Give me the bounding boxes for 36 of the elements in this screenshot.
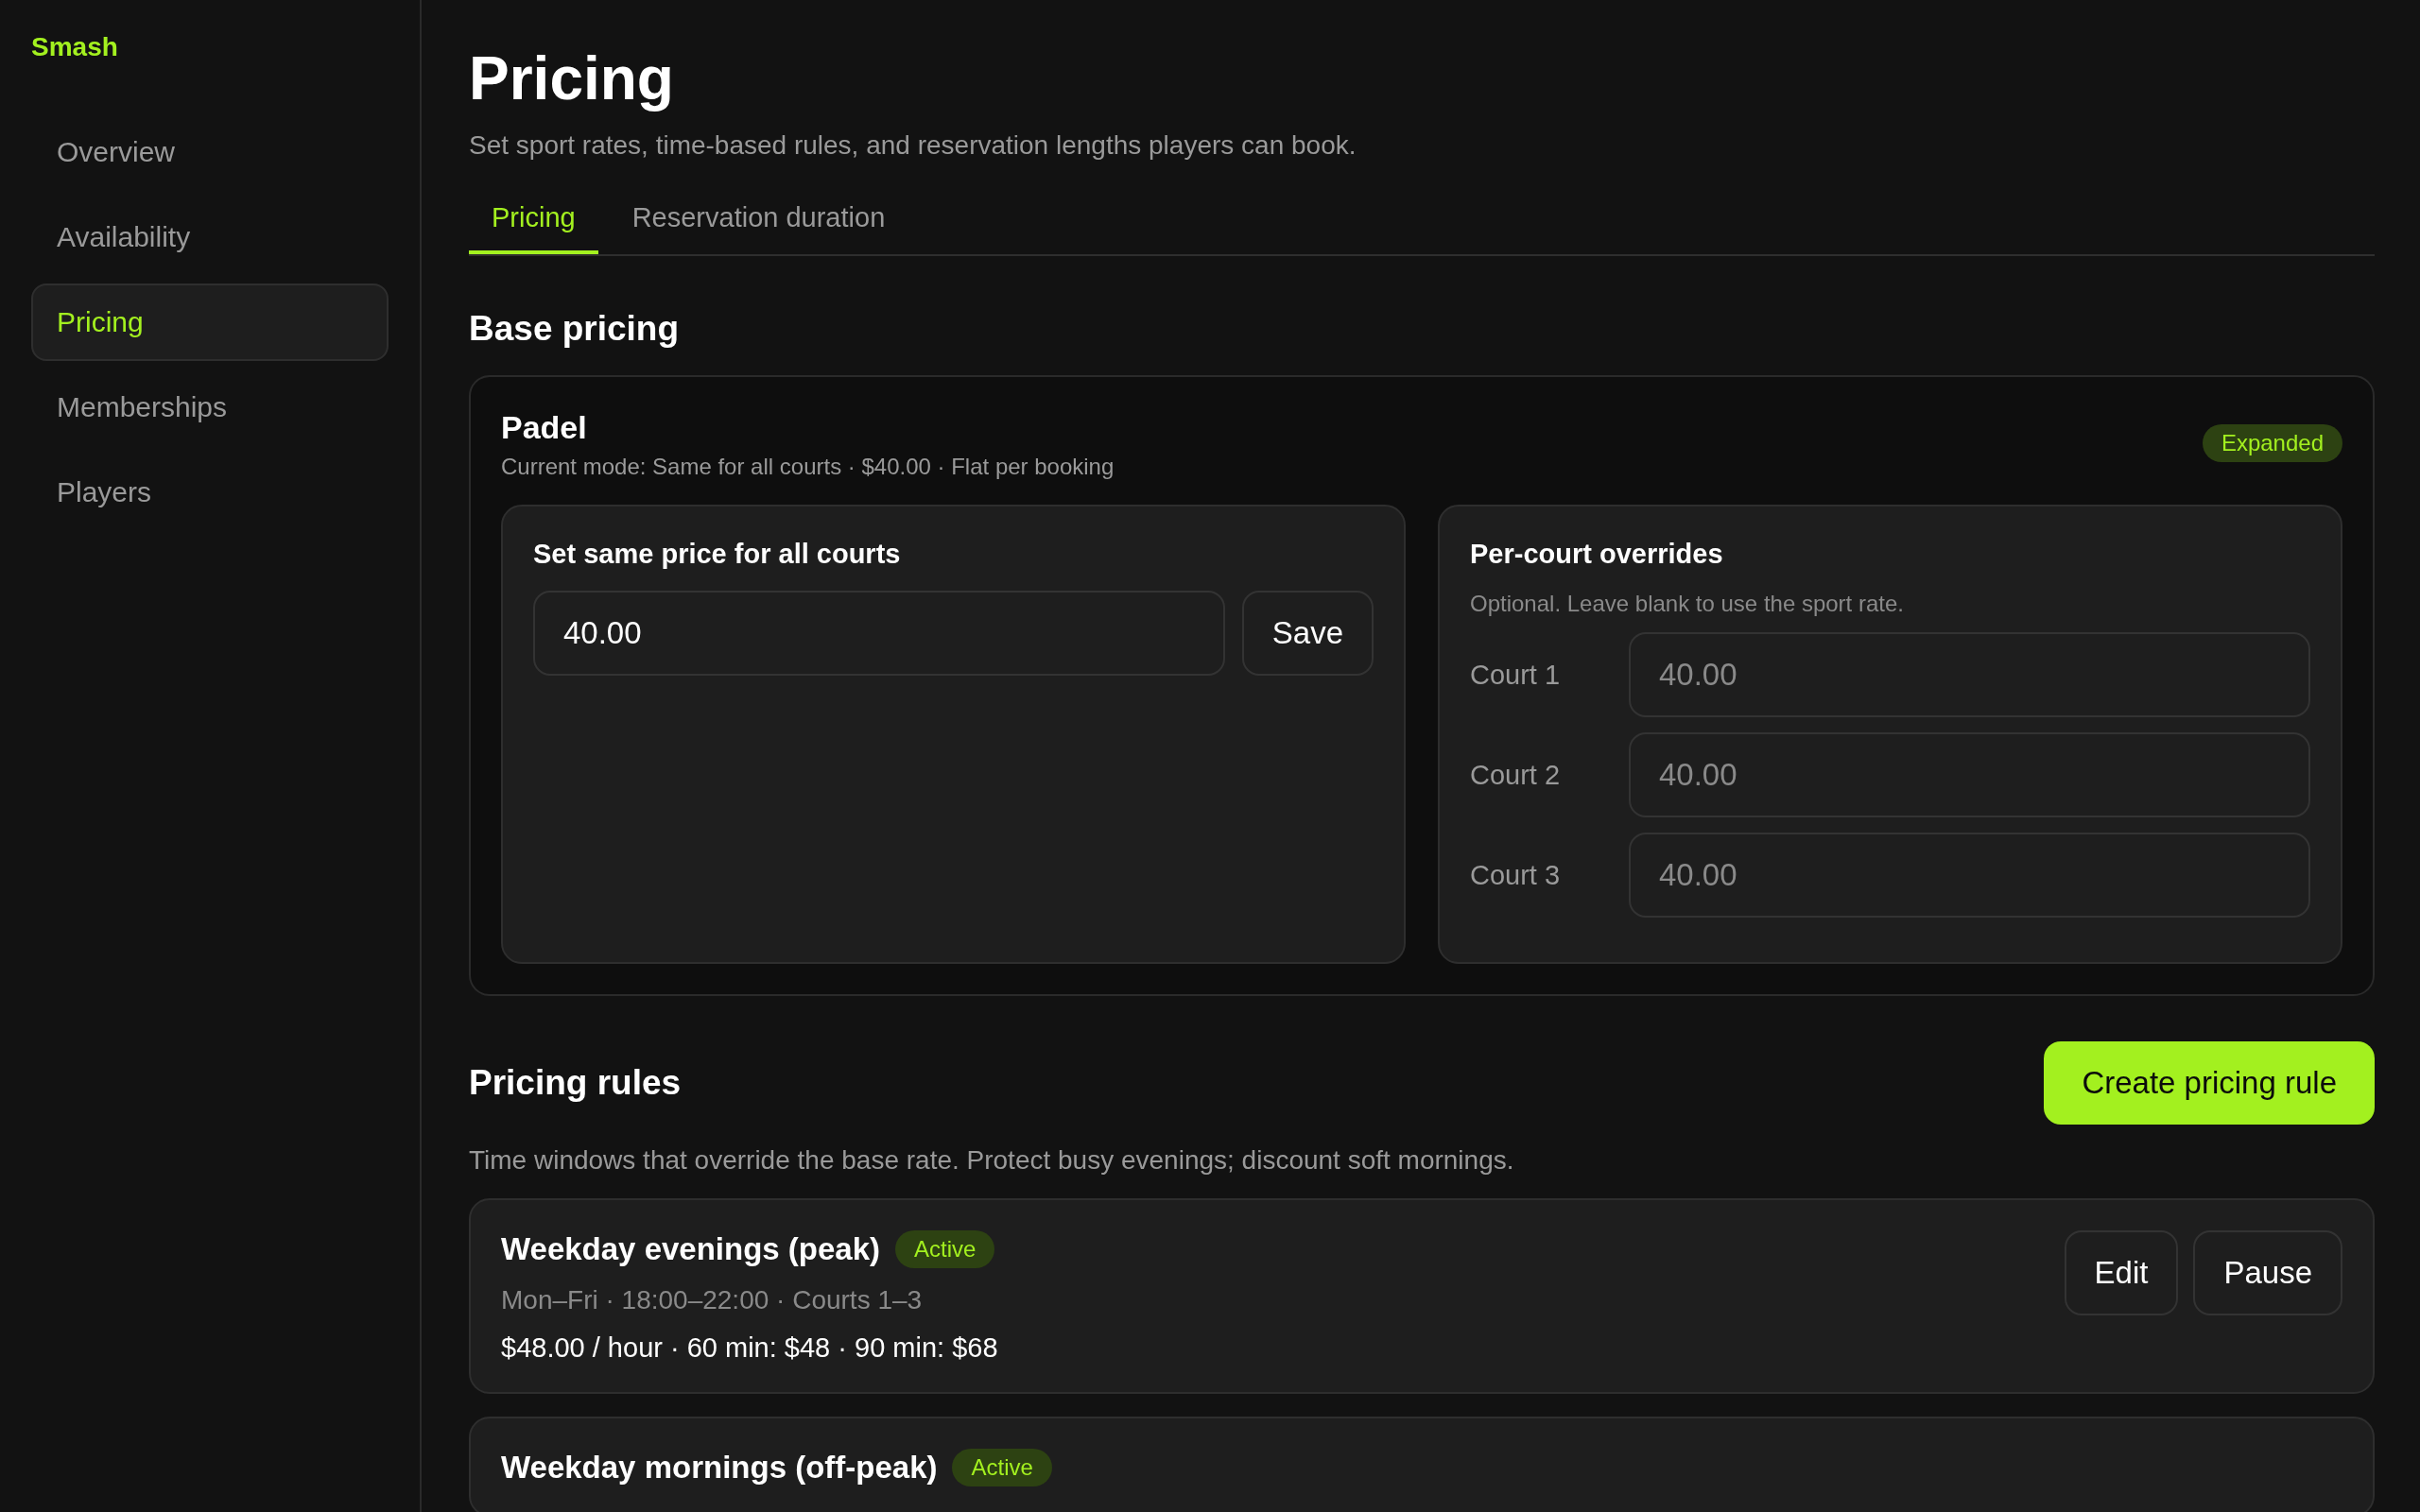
sidebar-item[interactable]: Availability: [31, 198, 389, 276]
status-badge: Expanded: [2202, 424, 2342, 462]
sport-name: Padel: [501, 409, 588, 446]
court-price-field[interactable]: 40.00: [1629, 632, 2310, 717]
save-button[interactable]: Save: [1241, 591, 1374, 676]
rule-name: Weekday evenings (peak): [501, 1231, 881, 1267]
section-heading: Base pricing: [469, 309, 681, 349]
tab[interactable]: Reservation duration: [609, 189, 908, 254]
app-logo: Smash: [31, 32, 119, 62]
hint-text: Optional. Leave blank to use the sport rate.: [1470, 591, 1905, 617]
status-badge: Active: [952, 1449, 1052, 1486]
rule-price: $48.00 / hour · 60 min: $48 · 90 min: $68: [501, 1332, 998, 1364]
page-subtitle: Set sport rates, time-based rules, and reservation lengths players can book.: [469, 130, 1357, 161]
rule-schedule: Mon–Fri · 18:00–22:00 · Courts 1–3: [501, 1285, 924, 1315]
price-field[interactable]: 40.00: [533, 591, 1225, 676]
section-heading: Pricing rules: [469, 1063, 682, 1103]
mode-text: Current mode: Same for all courts · $40.00 · Flat per booking: [501, 454, 1115, 480]
rule-action-button[interactable]: Pause: [2193, 1230, 2342, 1315]
rule-action-button[interactable]: Edit: [2064, 1230, 2179, 1315]
sidebar-item[interactable]: Players: [31, 454, 389, 531]
tab[interactable]: Pricing: [469, 189, 598, 254]
sidebar-item[interactable]: Overview: [31, 113, 389, 191]
sidebar-item[interactable]: Memberships: [31, 369, 389, 446]
page-title: Pricing: [469, 43, 675, 113]
court-price-field[interactable]: 40.00: [1629, 833, 2310, 918]
section-description: Time windows that override the base rate. Protect busy evenings; discount soft mornings.: [469, 1145, 1515, 1176]
court-label: Court 1: [1470, 659, 1562, 691]
status-badge: Active: [895, 1230, 995, 1268]
create-rule-button[interactable]: Create pricing rule: [2044, 1041, 2375, 1125]
court-price-field[interactable]: 40.00: [1629, 732, 2310, 817]
rule-name: Weekday mornings (off-peak): [501, 1450, 938, 1486]
court-label: Court 3: [1470, 859, 1562, 891]
panel-heading: Per-court overrides: [1470, 539, 1724, 570]
panel-heading: Set same price for all courts: [533, 539, 902, 570]
sidebar-item[interactable]: Pricing: [31, 284, 389, 361]
court-label: Court 2: [1470, 759, 1562, 791]
